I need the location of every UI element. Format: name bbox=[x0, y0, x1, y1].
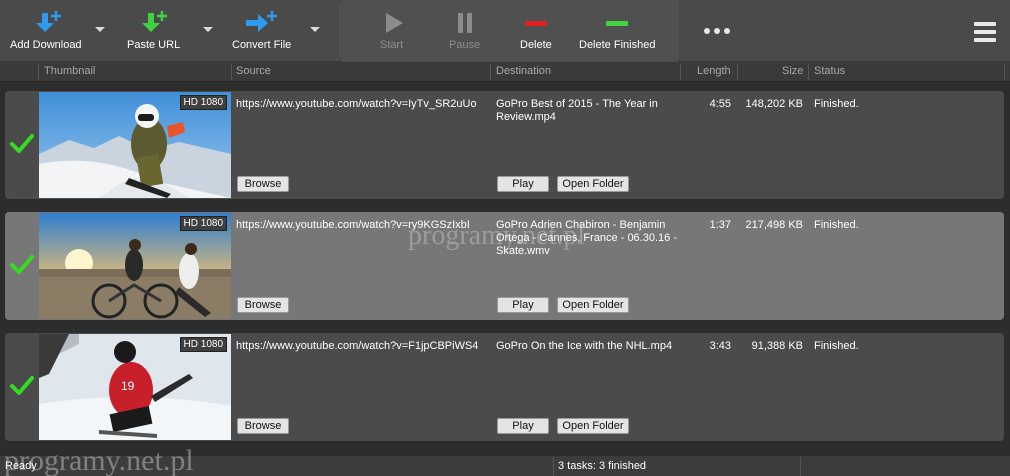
checkmark-icon bbox=[10, 133, 34, 155]
column-source[interactable]: Source bbox=[236, 65, 271, 77]
download-row[interactable]: 19 HD 1080 https://www.youtube.com/watch… bbox=[5, 333, 1004, 441]
column-thumbnail[interactable]: Thumbnail bbox=[44, 65, 95, 77]
column-divider bbox=[490, 64, 491, 80]
download-plus-icon bbox=[30, 10, 64, 36]
video-thumbnail: 19 HD 1080 bbox=[39, 334, 231, 440]
source-url: https://www.youtube.com/watch?v=F1jpCBPi… bbox=[236, 340, 479, 352]
file-size: 91,388 KB bbox=[751, 340, 803, 352]
play-button[interactable]: Play bbox=[497, 297, 549, 313]
checkmark-icon bbox=[10, 254, 34, 276]
file-size: 148,202 KB bbox=[745, 98, 804, 110]
paste-url-label: Paste URL bbox=[127, 39, 181, 51]
status-divider bbox=[553, 457, 554, 476]
toolbar-separator bbox=[340, 4, 341, 58]
play-icon bbox=[383, 10, 405, 36]
delete-finished-button[interactable]: Delete Finished bbox=[575, 0, 659, 62]
pause-button[interactable]: Pause bbox=[440, 0, 490, 62]
browse-button[interactable]: Browse bbox=[237, 418, 289, 434]
more-button[interactable] bbox=[695, 0, 739, 62]
download-row[interactable]: HD 1080 https://www.youtube.com/watch?v=… bbox=[5, 91, 1004, 199]
paste-plus-icon bbox=[136, 10, 170, 36]
column-divider bbox=[1004, 64, 1005, 80]
open-folder-button[interactable]: Open Folder bbox=[557, 418, 629, 434]
convert-file-label: Convert File bbox=[232, 39, 292, 51]
hd-badge: HD 1080 bbox=[179, 95, 227, 110]
more-dots-icon bbox=[703, 18, 731, 44]
status-divider bbox=[800, 457, 801, 476]
minus-red-icon bbox=[524, 10, 548, 36]
column-divider bbox=[808, 64, 809, 80]
convert-file-dropdown-icon[interactable] bbox=[310, 27, 320, 32]
column-length[interactable]: Length bbox=[697, 65, 731, 77]
menu-button[interactable] bbox=[968, 0, 1004, 62]
destination-file: GoPro On the Ice with the NHL.mp4 bbox=[496, 340, 673, 352]
status-text: Finished. bbox=[814, 340, 859, 352]
column-divider bbox=[737, 64, 738, 80]
hamburger-menu-icon bbox=[974, 19, 996, 45]
convert-plus-icon bbox=[244, 10, 280, 36]
column-status[interactable]: Status bbox=[814, 65, 845, 77]
add-download-button[interactable]: Add Download bbox=[0, 0, 90, 62]
pause-label: Pause bbox=[449, 39, 481, 51]
minus-green-icon bbox=[605, 10, 629, 36]
start-label: Start bbox=[380, 39, 404, 51]
add-download-label: Add Download bbox=[10, 39, 82, 51]
hd-badge: HD 1080 bbox=[179, 337, 227, 352]
watermark: programy.net.pl bbox=[408, 220, 586, 251]
paste-url-dropdown-icon[interactable] bbox=[203, 27, 213, 32]
pause-icon bbox=[455, 10, 475, 36]
download-list: HD 1080 https://www.youtube.com/watch?v=… bbox=[0, 82, 1010, 455]
paste-url-button[interactable]: Paste URL bbox=[118, 0, 193, 62]
column-destination[interactable]: Destination bbox=[496, 65, 551, 77]
hd-badge: HD 1080 bbox=[179, 216, 227, 231]
delete-label: Delete bbox=[520, 39, 552, 51]
play-button[interactable]: Play bbox=[497, 176, 549, 192]
convert-file-button[interactable]: Convert File bbox=[225, 0, 305, 62]
column-divider bbox=[38, 64, 39, 80]
toolbar-separator bbox=[677, 4, 678, 58]
destination-file: GoPro Best of 2015 - The Year in Review.… bbox=[496, 98, 658, 123]
video-thumbnail: HD 1080 bbox=[39, 213, 231, 319]
watermark-bottom: programy.net.pl bbox=[4, 444, 194, 476]
column-divider bbox=[231, 64, 232, 80]
browse-button[interactable]: Browse bbox=[237, 297, 289, 313]
video-thumbnail: HD 1080 bbox=[39, 92, 231, 198]
toolbar: Add Download Paste URL Convert File Star… bbox=[0, 0, 1010, 62]
file-size: 217,498 KB bbox=[745, 219, 804, 231]
delete-finished-label: Delete Finished bbox=[579, 39, 656, 51]
status-text: Finished. bbox=[814, 219, 859, 231]
source-url: https://www.youtube.com/watch?v=IyTv_SR2… bbox=[236, 98, 477, 110]
status-text: Finished. bbox=[814, 98, 859, 110]
play-button[interactable]: Play bbox=[497, 418, 549, 434]
browse-button[interactable]: Browse bbox=[237, 176, 289, 192]
checkmark-icon bbox=[10, 375, 34, 397]
svg-text:19: 19 bbox=[121, 379, 135, 393]
column-divider bbox=[680, 64, 681, 80]
open-folder-button[interactable]: Open Folder bbox=[557, 297, 629, 313]
column-size[interactable]: Size bbox=[782, 65, 803, 77]
add-download-dropdown-icon[interactable] bbox=[95, 27, 105, 32]
start-button[interactable]: Start bbox=[365, 0, 421, 62]
task-summary: 3 tasks: 3 finished bbox=[558, 460, 647, 472]
column-header: Thumbnail Source Destination Length Size… bbox=[0, 62, 1010, 82]
delete-button[interactable]: Delete bbox=[510, 0, 562, 62]
open-folder-button[interactable]: Open Folder bbox=[557, 176, 629, 192]
